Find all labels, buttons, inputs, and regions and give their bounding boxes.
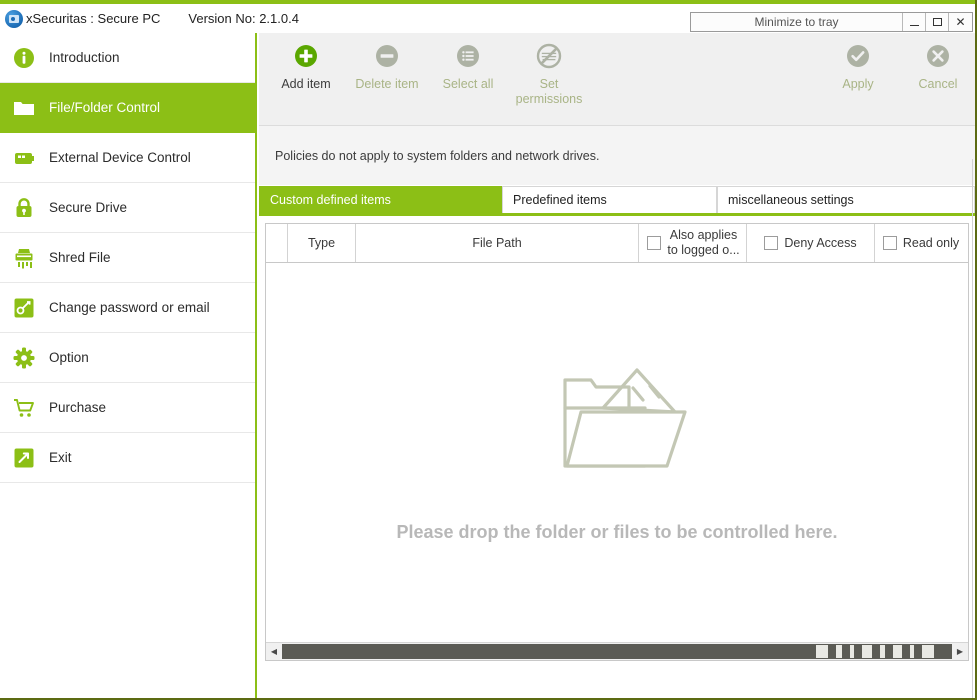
deny-access-checkbox[interactable] bbox=[764, 236, 779, 250]
plus-circle-icon bbox=[291, 41, 321, 71]
shopping-cart-icon bbox=[13, 397, 35, 419]
drop-zone-message: Please drop the folder or files to be co… bbox=[396, 522, 838, 542]
also-applies-line2: to logged o... bbox=[667, 243, 740, 257]
close-button[interactable]: ✕ bbox=[949, 13, 972, 31]
set-permissions-label-line1: Set bbox=[539, 77, 559, 91]
scroll-right-arrow-icon[interactable]: ▶ bbox=[952, 644, 968, 660]
check-circle-icon bbox=[843, 41, 873, 71]
info-message: Policies do not apply to system folders … bbox=[275, 148, 600, 163]
no-entry-circle-icon bbox=[534, 41, 564, 71]
list-circle-icon bbox=[453, 41, 483, 71]
window-controls: Minimize to tray ✕ bbox=[690, 12, 973, 32]
info-bar: Policies do not apply to system folders … bbox=[259, 126, 975, 186]
select-all-button[interactable]: Select all bbox=[422, 41, 514, 92]
table-header-row: Type File Path Also applies to logged o.… bbox=[266, 224, 968, 263]
sidebar-item-introduction[interactable]: Introduction bbox=[0, 33, 255, 83]
usb-drive-icon bbox=[13, 147, 35, 169]
column-header-select bbox=[266, 224, 288, 262]
tab-custom-defined-items[interactable]: Custom defined items bbox=[259, 186, 502, 213]
sidebar-item-external-device-control[interactable]: External Device Control bbox=[0, 133, 255, 183]
minimize-button[interactable] bbox=[903, 13, 926, 31]
set-permissions-button[interactable]: Set permissions bbox=[503, 41, 595, 107]
also-applies-label: Also applies to logged o... bbox=[667, 228, 739, 258]
horizontal-scrollbar[interactable]: ◀ ▶ bbox=[266, 642, 968, 660]
sidebar: Introduction File/Folder Control Externa… bbox=[0, 33, 257, 700]
sidebar-item-file-folder-control[interactable]: File/Folder Control bbox=[0, 83, 255, 133]
column-header-type[interactable]: Type bbox=[288, 224, 356, 262]
sidebar-item-label: Introduction bbox=[49, 50, 120, 65]
read-only-label: Read only bbox=[902, 236, 960, 250]
set-permissions-label-line2: permissions bbox=[515, 92, 583, 106]
maximize-icon bbox=[932, 18, 942, 26]
sidebar-item-shred-file[interactable]: Shred File bbox=[0, 233, 255, 283]
x-circle-icon bbox=[923, 41, 953, 71]
sidebar-item-option[interactable]: Option bbox=[0, 333, 255, 383]
folder-icon bbox=[13, 97, 35, 119]
minus-circle-icon bbox=[372, 41, 402, 71]
sidebar-item-label: Option bbox=[49, 350, 89, 365]
info-circle-icon bbox=[13, 47, 35, 69]
sidebar-item-label: Exit bbox=[49, 450, 72, 465]
sidebar-item-secure-drive[interactable]: Secure Drive bbox=[0, 183, 255, 233]
safe-box-icon bbox=[5, 9, 23, 28]
read-only-checkbox[interactable] bbox=[882, 236, 897, 250]
sidebar-item-label: Purchase bbox=[49, 400, 107, 415]
exit-arrow-icon bbox=[13, 447, 35, 469]
scrollbar-artifact bbox=[810, 644, 950, 659]
scroll-left-arrow-icon[interactable]: ◀ bbox=[266, 644, 282, 660]
apply-button[interactable]: Apply bbox=[812, 41, 904, 92]
minimize-to-tray-button[interactable]: Minimize to tray bbox=[691, 13, 903, 31]
vertical-divider bbox=[972, 159, 973, 699]
deny-access-label: Deny Access bbox=[784, 236, 857, 250]
close-icon: ✕ bbox=[955, 15, 966, 29]
sidebar-item-label: External Device Control bbox=[49, 150, 191, 165]
also-applies-checkbox[interactable] bbox=[647, 236, 662, 250]
column-header-also-applies[interactable]: Also applies to logged o... bbox=[639, 224, 747, 262]
delete-item-button[interactable]: Delete item bbox=[341, 41, 433, 92]
sidebar-item-label: Secure Drive bbox=[49, 200, 128, 215]
tab-miscellaneous-settings[interactable]: miscellaneous settings bbox=[717, 186, 975, 213]
select-all-label: Select all bbox=[442, 77, 494, 91]
toolbar: Add item Delete item Select all Set perm… bbox=[259, 33, 975, 126]
apply-label: Apply bbox=[842, 77, 874, 91]
column-header-file-path[interactable]: File Path bbox=[356, 224, 639, 262]
sidebar-item-exit[interactable]: Exit bbox=[0, 433, 255, 483]
key-icon bbox=[13, 297, 35, 319]
delete-item-label: Delete item bbox=[355, 77, 419, 91]
items-table: Type File Path Also applies to logged o.… bbox=[265, 223, 969, 661]
window-title: xSecuritas : Secure PC bbox=[26, 11, 161, 26]
application-window: xSecuritas : Secure PC Version No: 2.1.0… bbox=[0, 0, 977, 700]
sidebar-item-label: Change password or email bbox=[49, 300, 210, 315]
tab-bar: Custom defined items Predefined items mi… bbox=[259, 186, 975, 216]
sidebar-item-change-password-or-email[interactable]: Change password or email bbox=[0, 283, 255, 333]
gear-icon bbox=[13, 347, 35, 369]
title-bar: xSecuritas : Secure PC Version No: 2.1.0… bbox=[0, 4, 977, 33]
version-label: Version No: 2.1.0.4 bbox=[188, 11, 299, 26]
also-applies-line1: Also applies bbox=[669, 228, 738, 242]
maximize-button[interactable] bbox=[926, 13, 949, 31]
cancel-label: Cancel bbox=[918, 77, 958, 91]
sidebar-item-label: File/Folder Control bbox=[49, 100, 161, 115]
main-panel: Add item Delete item Select all Set perm… bbox=[259, 33, 975, 699]
scrollbar-track[interactable] bbox=[282, 644, 952, 659]
column-header-read-only[interactable]: Read only bbox=[875, 224, 967, 262]
drop-zone[interactable]: Please drop the folder or files to be co… bbox=[266, 263, 968, 642]
sidebar-item-purchase[interactable]: Purchase bbox=[0, 383, 255, 433]
shredder-icon bbox=[13, 247, 35, 269]
column-header-deny-access[interactable]: Deny Access bbox=[747, 224, 875, 262]
add-item-button[interactable]: Add item bbox=[260, 41, 352, 92]
sidebar-item-label: Shred File bbox=[49, 250, 111, 265]
add-item-label: Add item bbox=[281, 77, 331, 91]
tab-predefined-items[interactable]: Predefined items bbox=[502, 186, 717, 213]
minimize-icon bbox=[909, 24, 919, 26]
open-folder-icon bbox=[557, 362, 687, 482]
cancel-button[interactable]: Cancel bbox=[892, 41, 977, 92]
padlock-icon bbox=[13, 197, 35, 219]
